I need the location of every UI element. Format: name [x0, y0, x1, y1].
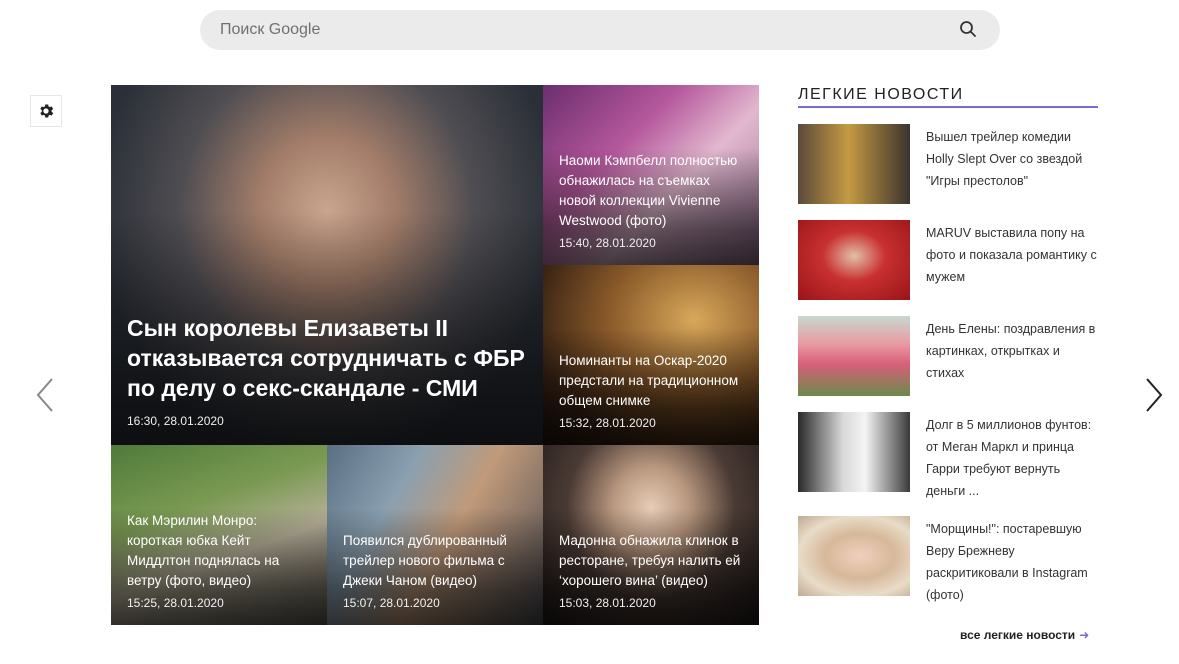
story-card[interactable]: Наоми Кэмпбелл полностью обнажилась на с…	[543, 85, 759, 265]
story-time: 15:25, 28.01.2020	[127, 596, 224, 610]
settings-button[interactable]	[30, 95, 62, 127]
search-bar[interactable]	[200, 10, 1000, 50]
story-card[interactable]: Номинанты на Оскар-2020 предстали на тра…	[543, 265, 759, 445]
story-time: 15:32, 28.01.2020	[559, 416, 656, 430]
light-news-item[interactable]: Вышел трейлер комедии Holly Slept Over с…	[798, 124, 1098, 204]
story-card[interactable]: Появился дублированный трейлер нового фи…	[327, 445, 543, 625]
story-card[interactable]: Мадонна обнажила клинок в ресторане, тре…	[543, 445, 759, 625]
news-title[interactable]: День Елены: поздравления в картинках, от…	[926, 318, 1098, 384]
light-news-header: ЛЕГКИЕ НОВОСТИ	[798, 84, 1098, 108]
gear-icon	[40, 104, 54, 118]
story-title: Наоми Кэмпбелл полностью обнажилась на с…	[559, 153, 738, 228]
news-thumbnail[interactable]	[798, 220, 910, 300]
news-title[interactable]: MARUV выставила попу на фото и показала …	[926, 222, 1098, 288]
news-title[interactable]: "Морщины!": постаревшую Веру Брежневу ра…	[926, 518, 1098, 606]
story-time: 15:40, 28.01.2020	[559, 236, 656, 250]
search-input[interactable]	[220, 10, 940, 50]
story-title: Мадонна обнажила клинок в ресторане, тре…	[559, 533, 741, 588]
news-thumbnail[interactable]	[798, 412, 910, 492]
search-icon[interactable]	[959, 20, 977, 38]
light-news-item[interactable]: Долг в 5 миллионов фунтов: от Меган Марк…	[798, 412, 1098, 498]
news-thumbnail[interactable]	[798, 316, 910, 396]
main-story-title: Сын королевы Елизаветы II отказывается с…	[127, 315, 525, 401]
story-time: 15:07, 28.01.2020	[343, 596, 440, 610]
arrow-right-icon: ➜	[1079, 628, 1090, 642]
story-title: Как Мэрилин Монро: короткая юбка Кейт Ми…	[127, 513, 280, 588]
story-time: 15:03, 28.01.2020	[559, 596, 656, 610]
chevron-left-icon[interactable]	[34, 376, 56, 414]
all-light-news-link[interactable]: все легкие новости ➜	[960, 628, 1089, 642]
light-news-section: ЛЕГКИЕ НОВОСТИ Вышел трейлер комедии Hol…	[798, 84, 1098, 602]
light-news-item[interactable]: MARUV выставила попу на фото и показала …	[798, 220, 1098, 300]
light-news-item[interactable]: День Елены: поздравления в картинках, от…	[798, 316, 1098, 396]
light-news-item[interactable]: "Морщины!": постаревшую Веру Брежневу ра…	[798, 516, 1098, 602]
news-thumbnail[interactable]	[798, 124, 910, 204]
all-light-news-label: все легкие новости	[960, 628, 1076, 642]
main-story-time: 16:30, 28.01.2020	[127, 414, 224, 428]
news-title[interactable]: Долг в 5 миллионов фунтов: от Меган Марк…	[926, 414, 1098, 502]
main-story-card[interactable]: Сын королевы Елизаветы II отказывается с…	[111, 85, 543, 445]
story-title: Появился дублированный трейлер нового фи…	[343, 533, 507, 588]
chevron-right-icon[interactable]	[1143, 376, 1165, 414]
story-title: Номинанты на Оскар-2020 предстали на тра…	[559, 353, 739, 408]
story-card[interactable]: Как Мэрилин Монро: короткая юбка Кейт Ми…	[111, 445, 327, 625]
news-title[interactable]: Вышел трейлер комедии Holly Slept Over с…	[926, 126, 1098, 192]
news-thumbnail[interactable]	[798, 516, 910, 596]
